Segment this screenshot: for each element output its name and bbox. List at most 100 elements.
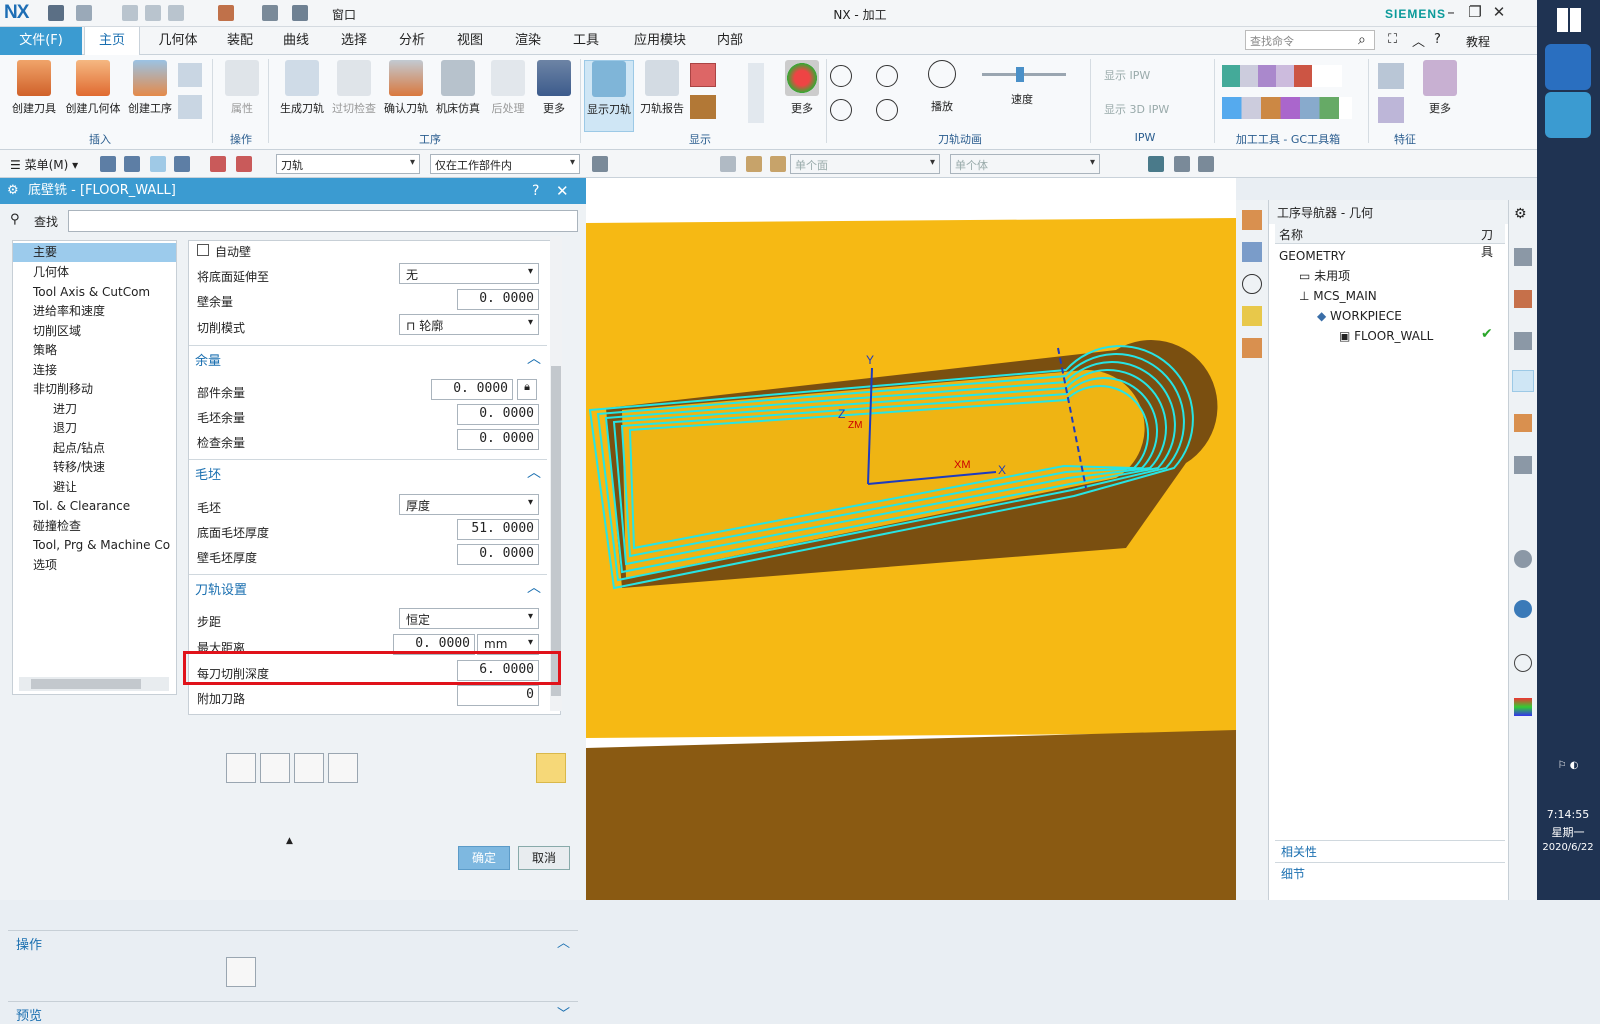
verify-toolpath-button[interactable]: 确认刀轨 xyxy=(380,60,432,116)
create-operation-button[interactable]: 创建工序 xyxy=(124,60,176,116)
property-scrollbar[interactable] xyxy=(550,236,562,711)
scroll-thumb[interactable] xyxy=(551,366,561,696)
show-ipw-button[interactable]: 显示 IPW xyxy=(1104,67,1150,83)
wall-stock-field[interactable]: 0. 0000 xyxy=(457,289,539,310)
tab-render[interactable]: 渲染 xyxy=(504,27,552,55)
palette-icon[interactable] xyxy=(1514,698,1532,716)
show-toolpath-button[interactable]: 显示刀轨 xyxy=(584,60,634,132)
extend-floor-dropdown[interactable]: 无 xyxy=(399,263,539,284)
gc-tools-row2[interactable] xyxy=(1222,97,1352,119)
details-section[interactable]: 细节 xyxy=(1275,862,1505,881)
tree-item-tolerance[interactable]: Tol. & Clearance xyxy=(13,497,176,516)
pause-icon[interactable] xyxy=(876,65,898,87)
op-icon-1[interactable] xyxy=(1242,210,1262,230)
graphics-viewport[interactable]: X Y Z XM ZM xyxy=(586,178,1236,900)
filter2-icon[interactable] xyxy=(124,156,140,172)
tab-internal[interactable]: 内部 xyxy=(706,27,754,55)
wall-blank-field[interactable]: 0. 0000 xyxy=(457,544,539,565)
nav-row-workpiece[interactable]: ◆ WORKPIECE xyxy=(1317,306,1402,326)
lock-icon[interactable]: 🔒︎ xyxy=(517,379,537,400)
file-tab[interactable]: 文件(F) xyxy=(0,27,82,55)
name-column[interactable]: 名称 xyxy=(1279,226,1303,243)
info-icon[interactable] xyxy=(1514,550,1532,568)
more-operation-button[interactable]: 更多 xyxy=(528,60,580,116)
preview-section-header[interactable]: 预览 ﹀ xyxy=(8,1001,578,1024)
tree-item-non-cutting[interactable]: 非切削移动 xyxy=(13,380,176,399)
copy-icon[interactable] xyxy=(145,5,161,21)
op-icon-2[interactable] xyxy=(1242,242,1262,262)
select-toolpath2-icon[interactable] xyxy=(236,156,252,172)
snap2-icon[interactable] xyxy=(720,156,736,172)
tree-item-geometry[interactable]: 几何体 xyxy=(13,263,176,282)
play-small-icon[interactable] xyxy=(1242,274,1262,294)
blank-dropdown[interactable]: 厚度 xyxy=(399,494,539,515)
undo-icon[interactable] xyxy=(76,5,92,21)
arrows-icon[interactable] xyxy=(748,63,764,123)
paste-icon[interactable] xyxy=(168,5,184,21)
tree-item-options[interactable]: 选项 xyxy=(13,556,176,575)
constraint-nav-icon[interactable] xyxy=(1514,332,1532,350)
collapse-ribbon-icon[interactable]: ︿ xyxy=(1412,31,1425,50)
tree-item-retract[interactable]: 退刀 xyxy=(13,419,176,438)
feature-icon[interactable] xyxy=(1378,63,1404,89)
tree-item-connections[interactable]: 连接 xyxy=(13,361,176,380)
op-nav-icon[interactable] xyxy=(1512,370,1534,392)
find-input[interactable] xyxy=(68,210,578,232)
tree-item-avoidance[interactable]: 避让 xyxy=(13,478,176,497)
gouge-check-button[interactable]: 过切检查 xyxy=(328,60,380,116)
repeat-command-icon[interactable] xyxy=(262,5,278,21)
tool-column[interactable]: 刀具 xyxy=(1481,226,1503,260)
dialog-close-icon[interactable]: ✕ xyxy=(556,178,569,204)
body-rule-dropdown[interactable]: 单个体 xyxy=(950,154,1100,174)
filter3-icon[interactable] xyxy=(150,156,166,172)
tab-assembly[interactable]: 装配 xyxy=(216,27,264,55)
list-button[interactable] xyxy=(328,753,358,783)
replay-button[interactable] xyxy=(260,753,290,783)
tab-applications[interactable]: 应用模块 xyxy=(620,27,700,55)
history-icon[interactable] xyxy=(1514,654,1532,672)
tree-item-feeds[interactable]: 进给率和速度 xyxy=(13,302,176,321)
filter4-icon[interactable] xyxy=(174,156,190,172)
ok-button[interactable]: 确定 xyxy=(458,846,510,870)
browser-icon[interactable] xyxy=(1545,44,1591,90)
restore-icon[interactable]: ❐ xyxy=(1464,3,1486,21)
tab-curve[interactable]: 曲线 xyxy=(272,27,320,55)
menu-button[interactable]: ☰ 菜单(M) ▾ xyxy=(10,156,78,173)
feature2-icon[interactable] xyxy=(1378,97,1404,123)
tray-icons[interactable]: ⚐ ◐ xyxy=(1543,760,1593,771)
expand-arrow-icon[interactable]: ▲ xyxy=(286,836,293,846)
toolpath-report-button[interactable]: 刀轨报告 xyxy=(636,60,688,116)
tab-view[interactable]: 视图 xyxy=(446,27,494,55)
tree-item-start-points[interactable]: 起点/钻点 xyxy=(13,439,176,458)
tree-hscroll[interactable] xyxy=(19,677,169,691)
operation-icon[interactable] xyxy=(536,753,566,783)
next-icon[interactable] xyxy=(876,99,898,121)
material-icon[interactable] xyxy=(690,95,716,119)
part-nav-icon[interactable] xyxy=(1514,248,1532,266)
tree-item-transfer[interactable]: 转移/快速 xyxy=(13,458,176,477)
cut-icon[interactable] xyxy=(122,5,138,21)
help-icon[interactable]: ? xyxy=(1434,32,1441,47)
command-search-input[interactable]: 查找命令 xyxy=(1245,30,1375,50)
prev-icon[interactable] xyxy=(830,99,852,121)
check-stock-field[interactable]: 0. 0000 xyxy=(457,429,539,450)
tree-item-engage[interactable]: 进刀 xyxy=(13,400,176,419)
stepover-dropdown[interactable]: 恒定 xyxy=(399,608,539,629)
floor-blank-field[interactable]: 51. 0000 xyxy=(457,519,539,540)
minimize-icon[interactable]: – xyxy=(1440,3,1462,21)
verify-button[interactable] xyxy=(294,753,324,783)
scope-filter-dropdown[interactable]: 仅在工作部件内 xyxy=(430,154,580,174)
speed-slider[interactable] xyxy=(982,67,1066,82)
select-toolpath-icon[interactable] xyxy=(210,156,226,172)
relevance-section[interactable]: 相关性 xyxy=(1275,840,1505,859)
switch-app-icon[interactable] xyxy=(218,5,234,21)
snap3-icon[interactable] xyxy=(746,156,762,172)
extra-passes-field[interactable]: 0 xyxy=(457,685,539,706)
window-icon[interactable] xyxy=(292,5,308,21)
tree-item-main[interactable]: 主要 xyxy=(13,243,176,262)
step-back-icon[interactable] xyxy=(830,65,852,87)
nx-taskbar-icon[interactable] xyxy=(1545,92,1591,138)
settings-icon[interactable]: ⚙ xyxy=(1514,206,1527,222)
auto-wall-checkbox[interactable] xyxy=(197,244,209,256)
tree-item-strategy[interactable]: 策略 xyxy=(13,341,176,360)
